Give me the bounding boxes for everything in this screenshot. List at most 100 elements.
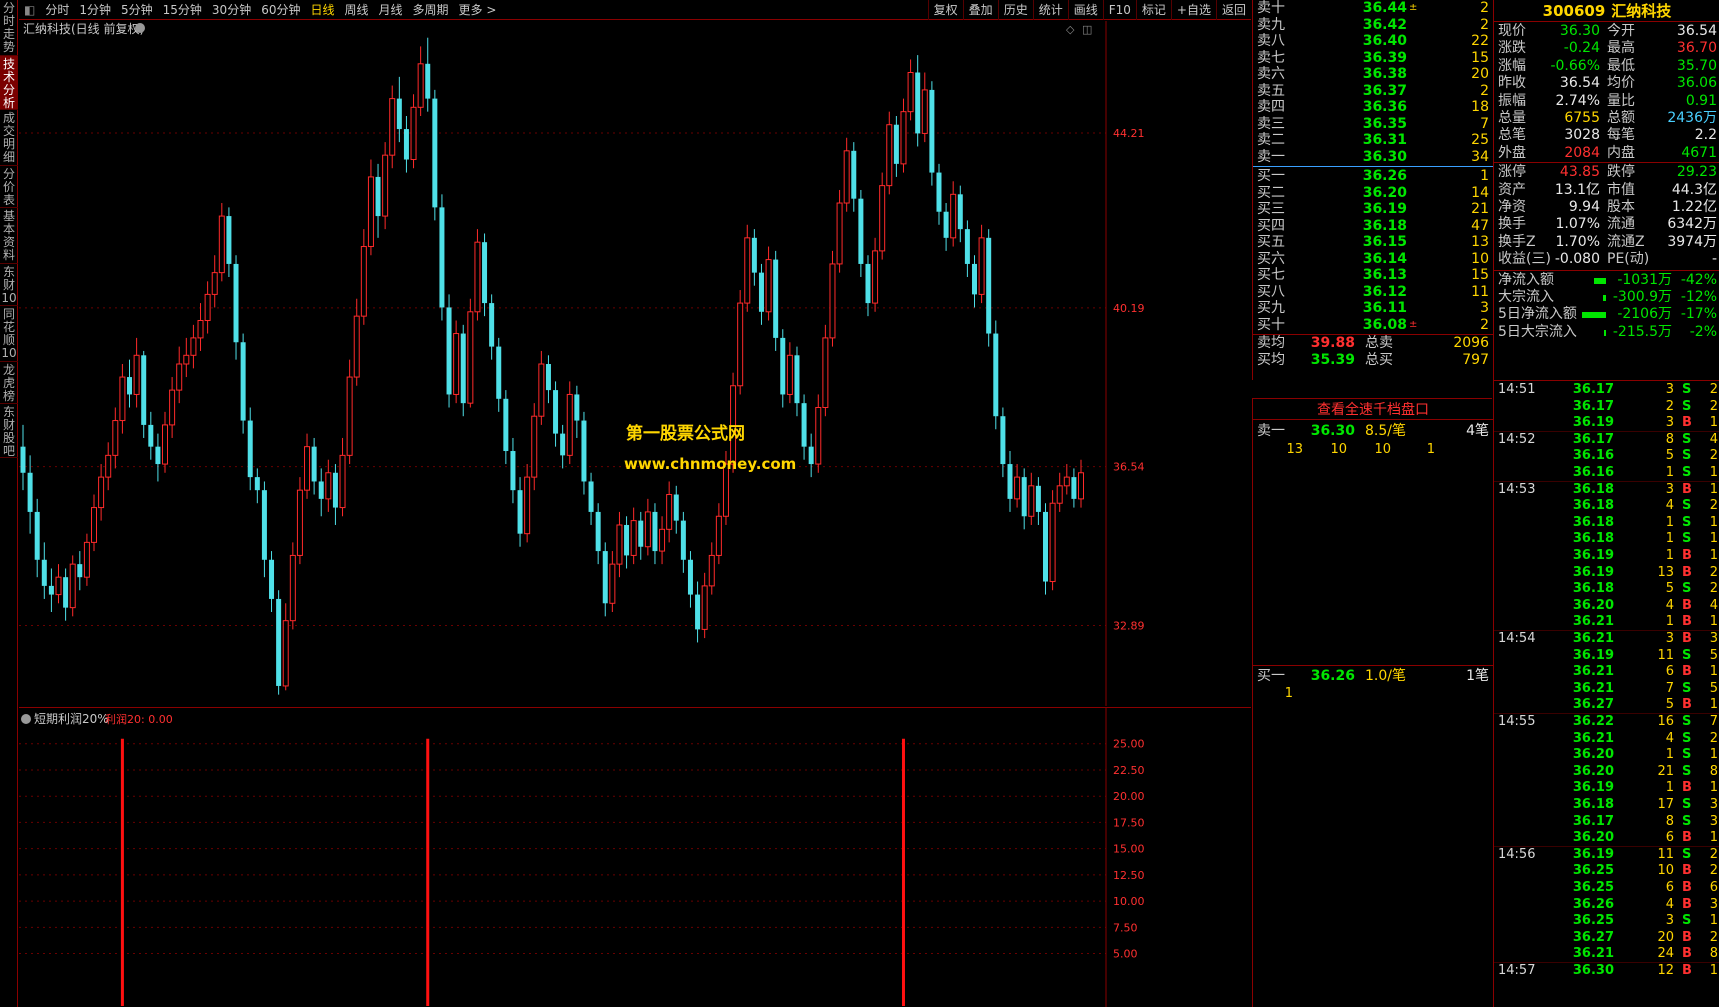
tick-count: 6 (1709, 880, 1718, 895)
ask-row: 卖三 36.35 7 (1253, 116, 1493, 133)
toolbar-button-7[interactable]: +自选 (1170, 0, 1216, 20)
period-tab-4[interactable]: 30分钟 (207, 0, 256, 20)
left-tab-8[interactable]: 东财股吧 (0, 404, 18, 458)
left-tab-6[interactable]: 同花顺10 (0, 306, 18, 362)
tick-side: B (1682, 929, 1692, 945)
sub-ytick-label: 17.50 (1113, 816, 1145, 829)
tick-list[interactable]: 14:51 36.17 3 S 2 36.17 2 S 2 36.19 3 B 1 14:52 36.17 8… (1493, 380, 1719, 1007)
period-tab-9[interactable]: 多周期 (408, 0, 454, 20)
ask-price[interactable]: 36.31 (1327, 132, 1407, 149)
tick-row: 36.16 5 S 2 (1494, 448, 1719, 465)
indicator-chart[interactable]: 25.00 22.50 20.00 17.50 15.00 12.50 10.00 7.50 5… (19, 707, 1251, 1007)
ask-price[interactable]: 36.42 (1327, 17, 1407, 34)
candle-body (971, 263, 977, 295)
period-tab-3[interactable]: 15分钟 (158, 0, 207, 20)
candle (460, 324, 466, 417)
candle-body (893, 124, 899, 164)
quote-row: 现价 36.30 今开 36.54 (1494, 23, 1719, 40)
period-tab-7[interactable]: 周线 (340, 0, 374, 20)
candle (247, 407, 253, 491)
candle-body (858, 198, 864, 264)
bid-row: 买四 36.18 47 (1253, 218, 1493, 235)
left-tab-5[interactable]: 东财10 (0, 264, 18, 306)
period-tab-0[interactable]: 分时 (40, 0, 74, 20)
toolbar-button-1[interactable]: 叠加 (962, 0, 998, 20)
bid-price[interactable]: 36.15 (1327, 234, 1407, 251)
quote-row: 换手 1.07% 流通 6342万 (1494, 216, 1719, 233)
toolbar-button-6[interactable]: 标记 (1135, 0, 1171, 20)
ask-price[interactable]: 36.30 (1327, 149, 1407, 166)
quote-label: 跌停 (1607, 164, 1635, 181)
full-depth-link[interactable]: 查看全速千档盘口 (1253, 400, 1493, 420)
candle (1021, 468, 1027, 530)
quote-value: -0.080 (1554, 251, 1600, 268)
period-tab-1[interactable]: 1分钟 (74, 0, 116, 20)
bid-price[interactable]: 36.13 (1327, 267, 1407, 284)
toolbar-button-2[interactable]: 历史 (997, 0, 1033, 20)
summary-avg-price: 39.88 (1310, 335, 1355, 351)
ask-price[interactable]: 36.39 (1327, 50, 1407, 67)
bid-price[interactable]: 36.08 (1327, 317, 1407, 334)
period-tab-2[interactable]: 5分钟 (116, 0, 158, 20)
candle-body (63, 577, 69, 608)
bid-price[interactable]: 36.18 (1327, 218, 1407, 235)
indicator-title: 短期利润20% (34, 712, 109, 726)
ask-price[interactable]: 36.36 (1327, 99, 1407, 116)
candle (226, 207, 232, 277)
quote-value: 44.3亿 (1671, 181, 1717, 198)
ask-price[interactable]: 36.35 (1327, 116, 1407, 133)
candle-body (460, 333, 466, 404)
tick-volume: 5 (1665, 581, 1674, 597)
ask-price[interactable]: 36.44 (1327, 0, 1407, 17)
bid-price[interactable]: 36.14 (1327, 251, 1407, 268)
tick-side: B (1682, 946, 1692, 962)
layout-icon[interactable]: ◧ (19, 0, 40, 20)
ask-volume: 2 (1480, 82, 1489, 99)
period-tab-6[interactable]: 日线 (305, 0, 339, 20)
tick-price: 36.16 (1572, 465, 1614, 480)
left-tab-3[interactable]: 分价表 (0, 166, 18, 208)
tick-side: S (1682, 763, 1692, 779)
ask-price[interactable]: 36.37 (1327, 83, 1407, 100)
candle-body (69, 563, 76, 609)
chart-title-dropdown-icon[interactable] (135, 23, 145, 33)
tick-volume: 1 (1665, 514, 1674, 530)
candle-body (574, 394, 580, 421)
tick-row: 36.25 6 B 6 (1494, 880, 1719, 897)
toolbar-button-8[interactable]: 返回 (1215, 0, 1251, 20)
period-tab-10[interactable]: 更多 > (454, 0, 502, 20)
indicator-dropdown-icon[interactable] (21, 714, 31, 724)
candle-body (304, 446, 311, 491)
candle (41, 542, 47, 599)
bid-price[interactable]: 36.12 (1327, 284, 1407, 301)
left-tab-1[interactable]: 技术分析 (0, 56, 18, 110)
toolbar-button-5[interactable]: F10 (1102, 0, 1136, 20)
bid-volume: 47 (1471, 217, 1489, 234)
left-tab-2[interactable]: 成交明细 (0, 110, 18, 166)
toolbar-button-4[interactable]: 画线 (1067, 0, 1103, 20)
candle-body (538, 363, 545, 417)
bid-price[interactable]: 36.19 (1327, 201, 1407, 218)
diamond-icon[interactable]: ◇ (1066, 23, 1075, 36)
left-tab-0[interactable]: 分时走势 (0, 0, 18, 56)
toolbar-button-3[interactable]: 统计 (1032, 0, 1068, 20)
bid-price[interactable]: 36.11 (1327, 300, 1407, 317)
bid-price[interactable]: 36.20 (1327, 185, 1407, 202)
bid-price[interactable]: 36.26 (1327, 168, 1407, 185)
left-tab-4[interactable]: 基本资料 (0, 208, 18, 264)
tick-side: B (1682, 415, 1692, 431)
bid-label: 买七 (1257, 267, 1285, 283)
candle-body (162, 424, 169, 465)
candle-body (311, 446, 317, 482)
left-tab-7[interactable]: 龙虎榜 (0, 362, 18, 404)
ask-price[interactable]: 36.38 (1327, 66, 1407, 83)
candle (858, 189, 864, 277)
ask-price[interactable]: 36.40 (1327, 33, 1407, 50)
toolbar-button-0[interactable]: 复权 (927, 0, 963, 20)
kline-chart[interactable]: 44.21 40.19 36.54 32.89 汇纳科技(日线 前复权) ◇ ◫ 第一… (19, 21, 1251, 706)
window-restore-icon[interactable]: ◫ (1082, 23, 1092, 36)
candle-body (367, 176, 374, 248)
period-tab-5[interactable]: 60分钟 (256, 0, 305, 20)
tick-price: 36.18 (1572, 498, 1614, 514)
period-tab-8[interactable]: 月线 (374, 0, 408, 20)
